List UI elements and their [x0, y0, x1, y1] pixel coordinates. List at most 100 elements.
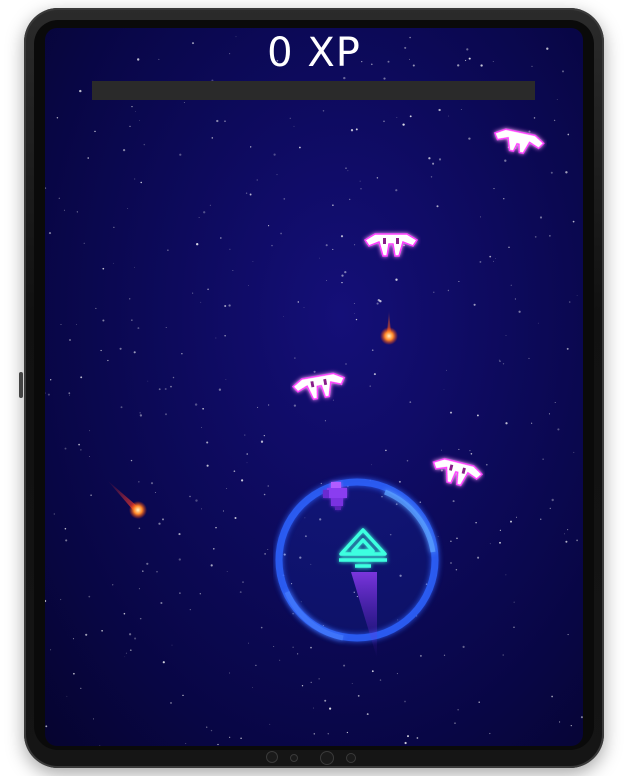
- star: [178, 558, 181, 561]
- star: [564, 533, 565, 535]
- star: [146, 562, 149, 565]
- star: [90, 494, 92, 497]
- star: [566, 347, 569, 350]
- star: [428, 157, 431, 160]
- star: [345, 363, 347, 365]
- star: [531, 422, 533, 424]
- star: [355, 318, 358, 321]
- xp-counter: 0 XP: [267, 30, 361, 76]
- star: [156, 570, 158, 573]
- star: [137, 327, 140, 330]
- star: [252, 687, 253, 688]
- star: [267, 548, 269, 550]
- star: [199, 593, 201, 595]
- star: [324, 699, 327, 702]
- camera-dot: [266, 751, 278, 763]
- star: [73, 672, 75, 675]
- star: [66, 695, 68, 697]
- star: [63, 209, 65, 211]
- star: [226, 570, 228, 572]
- enemy-ship-1[interactable]: [489, 124, 547, 164]
- star: [224, 120, 226, 122]
- star: [201, 508, 203, 510]
- star: [499, 541, 501, 544]
- star: [493, 260, 494, 262]
- star: [181, 353, 183, 355]
- star: [433, 291, 435, 293]
- side-button: [19, 372, 23, 398]
- fireball-projectile-2: [107, 480, 147, 519]
- star: [172, 376, 175, 379]
- star: [477, 556, 480, 559]
- star: [229, 672, 231, 674]
- enemy-ship-2[interactable]: [361, 228, 421, 268]
- star: [551, 498, 554, 502]
- star: [263, 493, 266, 496]
- star: [267, 485, 269, 487]
- star: [142, 570, 144, 572]
- star: [255, 664, 257, 667]
- star: [53, 513, 55, 515]
- star: [348, 198, 351, 201]
- fireball-projectile-1: [380, 310, 398, 345]
- star: [102, 319, 105, 322]
- star: [489, 732, 491, 735]
- star: [549, 507, 552, 510]
- star: [201, 426, 202, 428]
- star: [385, 449, 387, 452]
- star: [229, 736, 231, 738]
- star: [245, 192, 248, 194]
- star: [260, 626, 263, 629]
- star: [347, 170, 349, 172]
- star: [325, 244, 328, 247]
- star: [225, 379, 227, 380]
- star: [436, 205, 439, 208]
- star: [124, 656, 126, 658]
- star: [493, 188, 495, 190]
- star: [129, 649, 132, 652]
- star: [189, 609, 191, 611]
- purple-gem-pickup[interactable]: [317, 476, 357, 516]
- star: [207, 288, 209, 291]
- star: [396, 116, 398, 118]
- star: [189, 495, 191, 498]
- star: [222, 510, 224, 512]
- star: [360, 188, 362, 190]
- star: [454, 722, 456, 724]
- star: [234, 516, 237, 520]
- sensor-dot: [290, 754, 298, 762]
- star: [250, 146, 252, 148]
- star: [248, 284, 249, 286]
- star: [319, 257, 320, 259]
- star: [242, 581, 244, 583]
- star: [460, 109, 462, 111]
- star: [139, 412, 141, 414]
- star: [158, 388, 161, 391]
- star: [160, 601, 163, 605]
- star: [129, 298, 131, 300]
- game-screen[interactable]: 0 XP: [45, 28, 583, 746]
- star: [45, 187, 47, 189]
- star: [100, 349, 102, 352]
- star: [162, 661, 165, 664]
- star: [551, 695, 553, 698]
- star: [206, 441, 209, 444]
- star: [376, 177, 379, 179]
- star: [203, 211, 206, 214]
- star: [138, 527, 141, 530]
- star: [69, 339, 71, 341]
- star: [195, 499, 198, 502]
- star: [143, 143, 146, 146]
- star: [343, 76, 346, 80]
- star: [499, 360, 501, 362]
- star: [441, 449, 442, 451]
- star: [263, 435, 265, 437]
- star: [565, 540, 568, 543]
- star: [313, 733, 316, 735]
- star: [170, 385, 172, 388]
- star: [179, 153, 182, 156]
- star: [68, 392, 71, 395]
- enemy-ship-3[interactable]: [290, 368, 350, 412]
- player-ship[interactable]: [333, 524, 395, 578]
- star: [76, 324, 78, 325]
